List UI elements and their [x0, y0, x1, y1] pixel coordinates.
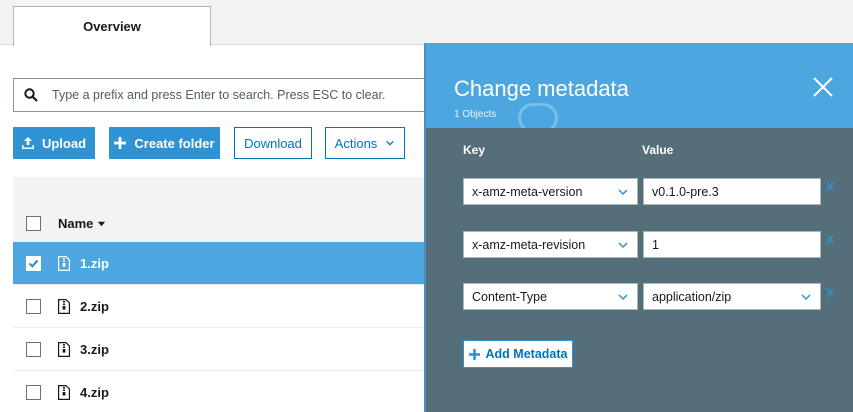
- metadata-value-text: application/zip: [652, 289, 732, 304]
- row-checkbox[interactable]: [26, 255, 41, 271]
- row-checkbox[interactable]: [26, 341, 41, 357]
- chevron-down-icon: [618, 189, 628, 196]
- plus-icon: [114, 137, 127, 149]
- chevron-down-icon: [618, 294, 628, 301]
- zip-file-icon: [58, 384, 70, 400]
- actions-label: Actions: [334, 135, 378, 151]
- download-button[interactable]: Download: [234, 127, 312, 159]
- metadata-value-input[interactable]: v0.1.0-pre.3: [643, 178, 821, 205]
- metadata-key-select[interactable]: x-amz-meta-revision: [463, 231, 638, 258]
- chevron-down-icon: [618, 242, 628, 249]
- actions-dropdown[interactable]: Actions: [325, 127, 405, 159]
- metadata-value-input[interactable]: 1: [643, 231, 821, 258]
- search-box[interactable]: [13, 78, 433, 112]
- search-input[interactable]: [52, 88, 412, 102]
- upload-button[interactable]: Upload: [13, 127, 95, 159]
- zip-file-icon: [58, 298, 70, 314]
- zip-file-icon: [58, 255, 70, 271]
- panel-title: Change metadata: [454, 76, 629, 101]
- create-folder-label: Create folder: [134, 135, 215, 151]
- row-checkbox[interactable]: [26, 384, 41, 400]
- upload-label: Upload: [41, 135, 87, 151]
- plus-icon: [468, 348, 480, 360]
- panel-header: Change metadata 1 Objects: [426, 43, 853, 128]
- row-checkbox[interactable]: [26, 298, 41, 314]
- file-name[interactable]: 4.zip: [80, 385, 109, 400]
- remove-entry-button[interactable]: X: [826, 180, 834, 194]
- create-folder-button[interactable]: Create folder: [109, 127, 220, 159]
- name-column-header[interactable]: Name: [58, 216, 106, 231]
- header-watermark: [518, 103, 558, 128]
- close-icon[interactable]: [812, 76, 834, 98]
- name-column-label: Name: [58, 215, 94, 231]
- remove-entry-button[interactable]: X: [826, 286, 834, 300]
- table-row[interactable]: 1.zip: [13, 242, 433, 285]
- value-column-label: Value: [642, 143, 674, 157]
- chevron-down-icon: [386, 140, 395, 146]
- metadata-value-select[interactable]: application/zip: [643, 283, 821, 310]
- tab-overview[interactable]: Overview: [13, 6, 211, 46]
- table-row[interactable]: 2.zip: [13, 285, 433, 328]
- checkbox-check-icon: [28, 259, 39, 268]
- search-icon: [24, 88, 38, 102]
- change-metadata-panel: Change metadata 1 Objects Key Value x-am…: [424, 43, 853, 412]
- panel-subtitle: 1 Objects: [454, 109, 497, 120]
- table-toolbar: [13, 177, 433, 205]
- zip-file-icon: [58, 341, 70, 357]
- select-all-checkbox[interactable]: [26, 215, 41, 231]
- metadata-value-text: 1: [652, 237, 659, 252]
- metadata-value-text: v0.1.0-pre.3: [652, 184, 719, 199]
- add-metadata-button[interactable]: Add Metadata: [463, 340, 573, 368]
- sort-down-icon: [98, 221, 106, 226]
- metadata-key-value: x-amz-meta-revision: [472, 237, 586, 252]
- table-row[interactable]: 3.zip: [13, 328, 433, 371]
- remove-entry-button[interactable]: X: [826, 233, 834, 247]
- file-name[interactable]: 2.zip: [80, 299, 109, 314]
- add-metadata-label: Add Metadata: [485, 347, 568, 361]
- chevron-down-icon: [801, 294, 811, 301]
- file-name[interactable]: 3.zip: [80, 342, 109, 357]
- tab-strip: Overview: [0, 0, 853, 46]
- file-name[interactable]: 1.zip: [80, 256, 109, 271]
- metadata-key-select[interactable]: Content-Type: [463, 283, 638, 310]
- key-column-label: Key: [463, 143, 486, 157]
- metadata-key-value: x-amz-meta-version: [472, 184, 583, 199]
- s3-console-page: Overview Upload Create folder Download A…: [0, 0, 853, 412]
- metadata-key-select[interactable]: x-amz-meta-version: [463, 178, 638, 205]
- table-header: Name: [13, 202, 433, 245]
- download-label: Download: [244, 135, 302, 151]
- table-row[interactable]: 4.zip: [13, 371, 433, 412]
- metadata-key-value: Content-Type: [472, 289, 548, 304]
- upload-icon: [21, 137, 34, 149]
